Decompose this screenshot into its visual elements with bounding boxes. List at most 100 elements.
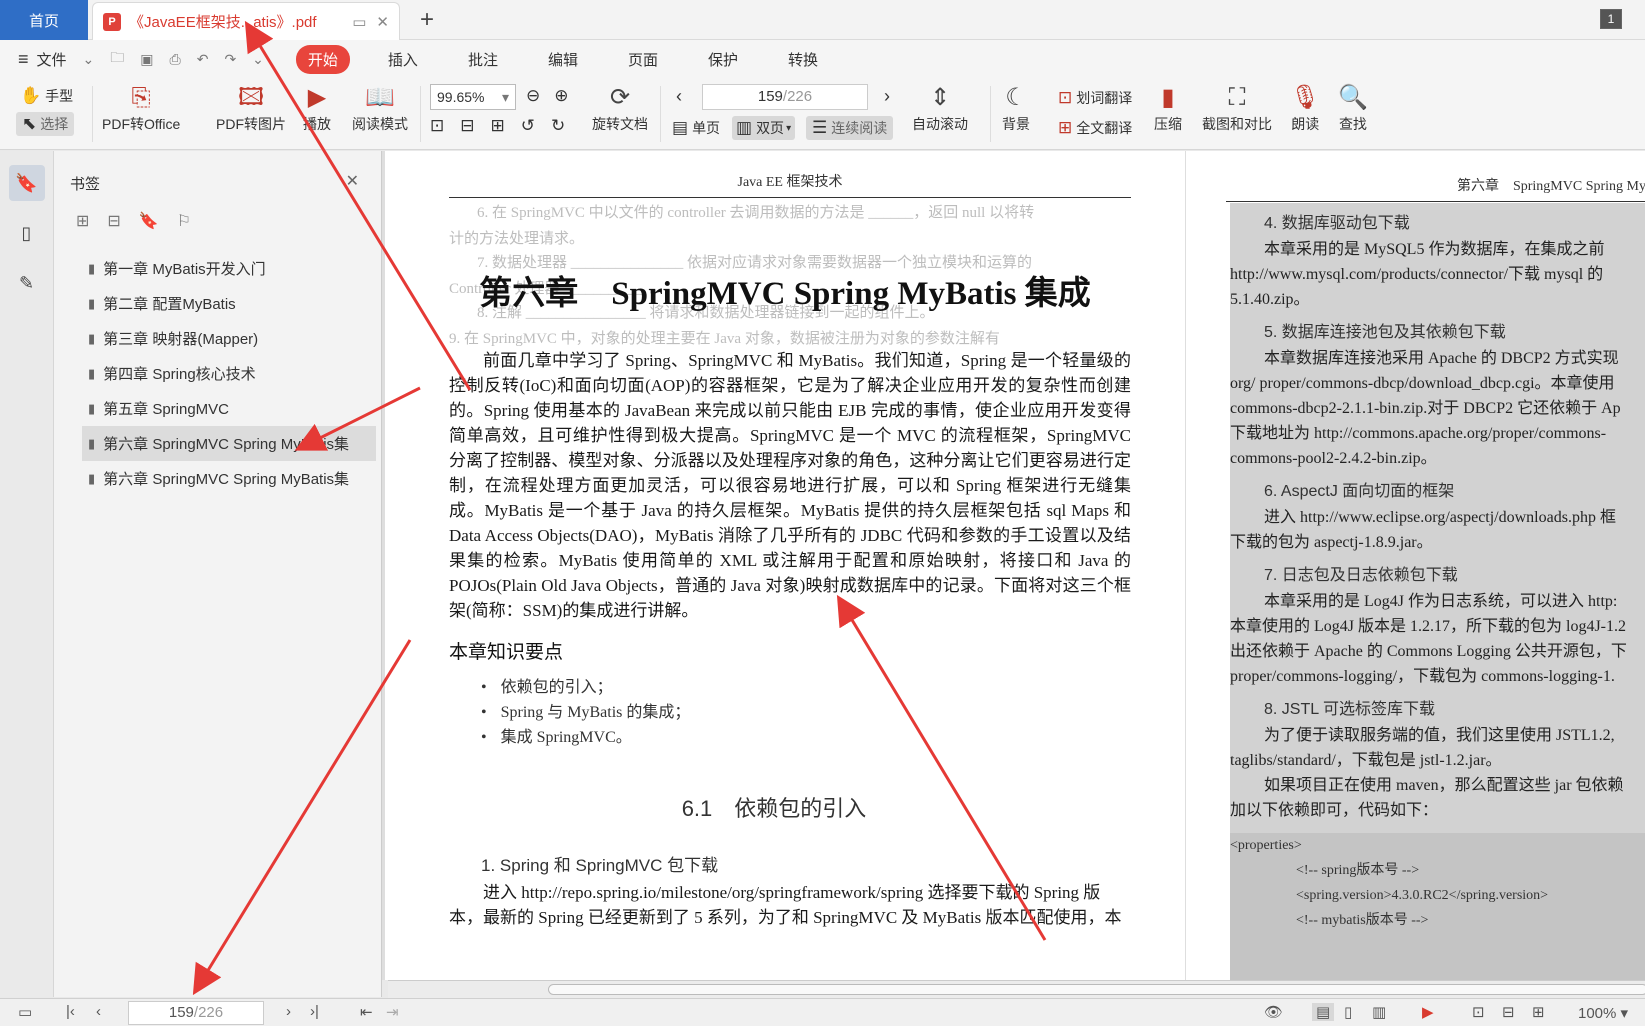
single-view-icon[interactable]: ▯ [1344,1003,1352,1021]
more-chevron-icon[interactable]: ⌄ [252,51,264,68]
read-aloud-button[interactable]: 🎙 朗读 [1290,82,1320,134]
signature-panel-icon[interactable]: ✎ [9,265,45,301]
double-page-button[interactable]: ▥ 双页 ▾ [732,116,796,140]
undo-icon[interactable]: ↶ [197,51,209,68]
zoom-select[interactable]: 99.65% ▾ [430,84,516,110]
pdf-to-office-button[interactable]: ⎘ PDF转Office [102,82,180,134]
menu-item-0[interactable]: 开始 [295,44,350,74]
compress-button[interactable]: ▮ 压缩 [1154,82,1182,134]
scrollbar-thumb[interactable] [548,984,1645,995]
horizontal-scrollbar[interactable] [388,980,1645,998]
moon-icon: ☾ [1005,84,1027,111]
text-line: 加以下依赖即可，代码如下： [1230,802,1439,819]
new-tab-icon[interactable]: + [420,6,434,34]
save-icon[interactable]: ▣ [140,51,153,68]
close-tab-icon[interactable]: ✕ [376,13,389,31]
bookmark-item[interactable]: ▮ 第五章 SpringMVC [82,391,376,426]
last-page-icon[interactable]: ›| [310,1003,319,1020]
pdf-to-office-label: PDF转Office [102,116,181,132]
redo-icon[interactable]: ↷ [224,51,236,68]
fit-width-status-icon[interactable]: ⊞ [1532,1003,1545,1021]
text-line: 本章使用的 Log4J 版本是 1.2.17，所下载的包为 log4J-1.2 [1230,618,1627,635]
eye-icon[interactable]: 👁 [1264,1003,1283,1021]
play-button[interactable]: ▶ 播放 [303,82,331,134]
thumbnail-panel-icon[interactable]: ▯ [9,215,45,251]
zoom-out-icon[interactable]: ⊖ [526,86,540,106]
bookmark-item[interactable]: ▮ 第一章 MyBatis开发入门 [82,251,376,286]
play-label: 播放 [303,116,331,132]
collapse-all-icon[interactable]: ⊟ [107,211,120,231]
bookmark-tools: ⊞ ⊟ 🔖 ⚐ [76,211,191,231]
bookmark-item[interactable]: ▮ 第六章 SpringMVC Spring MyBatis集 [82,426,376,461]
tab-home[interactable]: 首页 [0,0,88,40]
add-bookmark-icon[interactable]: 🔖 [139,211,159,231]
close-sidebar-icon[interactable]: ✕ [346,171,359,191]
rotate-document-label: 旋转文档 [592,116,648,132]
bookmark-item[interactable]: ▮ 第六章 SpringMVC Spring MyBatis集 [82,461,376,496]
remove-bookmark-icon[interactable]: ⚐ [177,211,191,231]
pdf-to-image-button[interactable]: 🖾 PDF转图片 [216,82,286,134]
play-status-icon[interactable]: ▶ [1422,1003,1434,1021]
text-line: 为了便于读取服务端的值，我们这里使用 JSTL1.2, [1264,727,1615,744]
menu-item-4[interactable]: 页面 [616,45,670,74]
bookmark-item[interactable]: ▮ 第三章 映射器(Mapper) [82,321,376,356]
print-icon[interactable]: ⎙ [170,51,181,68]
next-page-icon[interactable]: › [884,86,890,107]
zoom-status[interactable]: 100% ▾ [1578,1004,1628,1022]
menu-item-1[interactable]: 插入 [376,45,430,74]
chevron-down-icon: ⌄ [82,50,95,67]
next-page-status-icon[interactable]: › [286,1003,291,1020]
zoom-in-icon[interactable]: ⊕ [554,86,568,106]
bookmark-panel-icon[interactable]: 🔖 [8,165,45,201]
screenshot-compare-button[interactable]: ⛶ 截图和对比 [1202,82,1272,134]
fit-page-status-icon[interactable]: ⊟ [1502,1003,1515,1021]
menu-item-3[interactable]: 编辑 [536,45,590,74]
single-page-button[interactable]: ▤ 单页 [672,118,720,138]
rotate-document-button[interactable]: ⟳ 旋转文档 [592,82,648,134]
first-page-icon[interactable]: |‹ [66,1003,75,1020]
continuous-reading-button[interactable]: ☰ 连续阅读 [806,116,894,140]
bookmark-item[interactable]: ▮ 第四章 Spring核心技术 [82,356,376,391]
double-view-icon[interactable]: ▥ [1372,1003,1386,1021]
subsection-heading: 7. 日志包及日志依赖包下载 [1264,567,1458,584]
panel-toggle-icon[interactable]: ▭ [18,1003,32,1021]
rotate-left-icon[interactable]: ↺ [521,116,535,136]
menu-item-2[interactable]: 批注 [456,45,510,74]
subsection-paragraph: 进入 http://repo.spring.io/milestone/org/s… [449,883,1122,927]
forward-icon[interactable]: ⇥ [386,1003,399,1021]
code-line: <spring.version>4.3.0.RC2</spring.versio… [1296,888,1549,903]
page-header-right: 第六章 SpringMVC Spring My [1226,175,1645,202]
find-button[interactable]: 🔍 查找 [1338,82,1368,134]
actual-size-status-icon[interactable]: ⊡ [1472,1003,1485,1021]
open-folder-icon[interactable]: 🗀 [110,47,124,71]
document-view[interactable]: Java EE 框架技术 6. 在 SpringMVC 中以文件的 contro… [382,151,1645,980]
file-menu[interactable]: ≡ 文件 ⌄ [0,49,94,70]
fit-page-icon[interactable]: ⊟ [460,116,474,136]
actual-size-icon[interactable]: ⊡ [430,116,444,136]
continuous-view-icon[interactable]: ▤ [1312,1003,1335,1021]
hand-tool-label: 手型 [45,88,74,104]
prev-page-icon[interactable]: ‹ [676,86,682,107]
read-mode-button[interactable]: 📖 阅读模式 [352,82,408,134]
back-icon[interactable]: ⇤ [360,1003,373,1021]
prev-page-status-icon[interactable]: ‹ [96,1003,101,1020]
auto-scroll-button[interactable]: ⇕ 自动滚动 [912,82,968,134]
bookmark-icon: ▮ [88,365,96,381]
rotate-right-icon[interactable]: ↻ [551,116,565,136]
word-translate-button[interactable]: ⊡ 划词翻译 [1058,88,1132,108]
background-button[interactable]: ☾ 背景 [1002,82,1030,134]
window-count-badge[interactable]: 1 [1600,9,1622,29]
page-number-input[interactable]: 159/226 [702,84,868,110]
fit-width-icon[interactable]: ⊞ [491,116,505,136]
full-translate-button[interactable]: ⊞ 全文翻译 [1058,118,1132,138]
zoom-status-value: 100% [1578,1005,1617,1022]
menu-item-5[interactable]: 保护 [696,45,750,74]
select-tool[interactable]: ⬉ 选择 [16,112,75,136]
screen-icon[interactable]: ▭ [352,13,366,31]
tab-document[interactable]: P 《JavaEE框架技...atis》.pdf ▭ ✕ [92,2,400,40]
bookmark-item[interactable]: ▮ 第二章 配置MyBatis [82,286,376,321]
status-page-input[interactable]: 159/226 [128,1001,264,1025]
menu-item-6[interactable]: 转换 [776,45,830,74]
hand-tool[interactable]: ✋ 手型 [20,86,73,106]
expand-all-icon[interactable]: ⊞ [76,211,89,231]
